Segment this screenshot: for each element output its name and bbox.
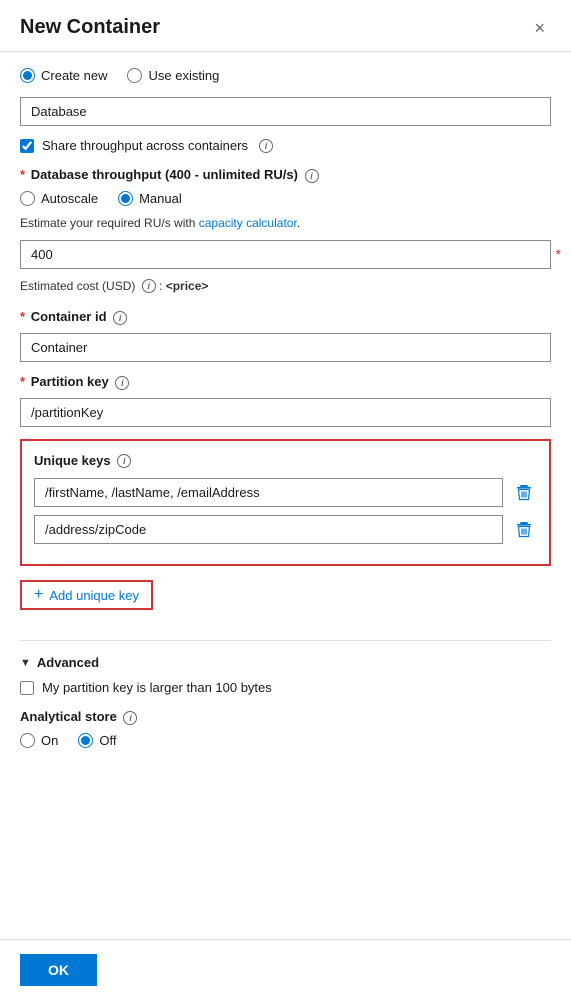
partition-key-label: * Partition key i: [20, 374, 551, 390]
create-or-use-row: Create new Use existing: [20, 68, 551, 83]
chevron-down-icon: ▼: [20, 657, 31, 669]
analytical-on-radio[interactable]: [20, 733, 35, 748]
dialog-footer: OK: [0, 939, 571, 1000]
advanced-label: Advanced: [37, 655, 99, 670]
database-throughput-label: * Database throughput (400 - unlimited R…: [20, 167, 551, 183]
unique-key-row-1: [34, 478, 537, 507]
throughput-info-icon[interactable]: i: [305, 169, 319, 183]
trash-icon-2: [515, 521, 533, 539]
estimate-text: Estimate your required RU/s with capacit…: [20, 216, 551, 230]
analytical-on-label: On: [41, 733, 58, 748]
use-existing-radio[interactable]: [127, 68, 142, 83]
required-star-partition: *: [20, 374, 25, 389]
share-throughput-row: Share throughput across containers i: [20, 138, 551, 153]
analytical-off-option[interactable]: Off: [78, 733, 116, 748]
analytical-store-on-off: On Off: [20, 733, 551, 748]
use-existing-label: Use existing: [148, 68, 219, 83]
autoscale-label: Autoscale: [41, 191, 98, 206]
unique-keys-info-icon[interactable]: i: [117, 454, 131, 468]
unique-key-row-2: [34, 515, 537, 544]
manual-radio[interactable]: [118, 191, 133, 206]
throughput-required-star: *: [556, 246, 561, 262]
capacity-calculator-link[interactable]: capacity calculator: [199, 216, 297, 230]
create-new-option[interactable]: Create new: [20, 68, 107, 83]
autoscale-option[interactable]: Autoscale: [20, 191, 98, 206]
ok-button[interactable]: OK: [20, 954, 97, 986]
share-throughput-label: Share throughput across containers: [42, 138, 248, 153]
analytical-on-option[interactable]: On: [20, 733, 58, 748]
advanced-section: ▼ Advanced My partition key is larger th…: [20, 655, 551, 695]
partition-key-input[interactable]: [20, 398, 551, 427]
analytical-store-section: Analytical store i On Off: [20, 709, 551, 748]
analytical-store-info-icon[interactable]: i: [123, 711, 137, 725]
add-unique-key-button[interactable]: + Add unique key: [20, 580, 153, 610]
create-new-label: Create new: [41, 68, 107, 83]
divider-1: [20, 640, 551, 641]
required-star-throughput: *: [20, 167, 25, 182]
required-star-container: *: [20, 309, 25, 324]
unique-key-input-1[interactable]: [34, 478, 503, 507]
autoscale-radio[interactable]: [20, 191, 35, 206]
dialog-title: New Container: [20, 16, 160, 39]
unique-keys-section: Unique keys i: [20, 439, 551, 567]
share-throughput-checkbox[interactable]: [20, 139, 34, 153]
analytical-off-radio[interactable]: [78, 733, 93, 748]
throughput-input[interactable]: [20, 240, 551, 269]
manual-label: Manual: [139, 191, 182, 206]
plus-icon: +: [34, 587, 43, 603]
share-throughput-info-icon[interactable]: i: [259, 139, 273, 153]
add-unique-key-label: Add unique key: [49, 588, 139, 603]
manual-option[interactable]: Manual: [118, 191, 182, 206]
estimated-cost-row: Estimated cost (USD) i : <price>: [20, 279, 551, 294]
new-container-dialog: New Container × Create new Use existing …: [0, 0, 571, 1000]
delete-unique-key-2-button[interactable]: [511, 517, 537, 543]
delete-unique-key-1-button[interactable]: [511, 480, 537, 506]
trash-icon-1: [515, 484, 533, 502]
unique-keys-label: Unique keys i: [34, 453, 537, 469]
unique-key-input-2[interactable]: [34, 515, 503, 544]
partition-key-size-row: My partition key is larger than 100 byte…: [20, 680, 551, 695]
partition-key-size-checkbox[interactable]: [20, 681, 34, 695]
create-new-radio[interactable]: [20, 68, 35, 83]
dialog-header: New Container ×: [0, 0, 571, 52]
partition-key-size-label: My partition key is larger than 100 byte…: [42, 680, 272, 695]
dialog-body: Create new Use existing Share throughput…: [0, 52, 571, 939]
estimated-cost-info-icon[interactable]: i: [142, 279, 156, 293]
throughput-input-wrapper: *: [20, 240, 551, 269]
use-existing-option[interactable]: Use existing: [127, 68, 219, 83]
analytical-off-label: Off: [99, 733, 116, 748]
container-id-info-icon[interactable]: i: [113, 311, 127, 325]
advanced-toggle[interactable]: ▼ Advanced: [20, 655, 551, 670]
database-input[interactable]: [20, 97, 551, 126]
analytical-store-label: Analytical store i: [20, 709, 551, 725]
container-id-input[interactable]: [20, 333, 551, 362]
container-id-label: * Container id i: [20, 309, 551, 325]
partition-key-info-icon[interactable]: i: [115, 376, 129, 390]
estimated-cost-value: <price>: [166, 279, 209, 293]
throughput-mode-row: Autoscale Manual: [20, 191, 551, 206]
close-button[interactable]: ×: [528, 17, 551, 39]
